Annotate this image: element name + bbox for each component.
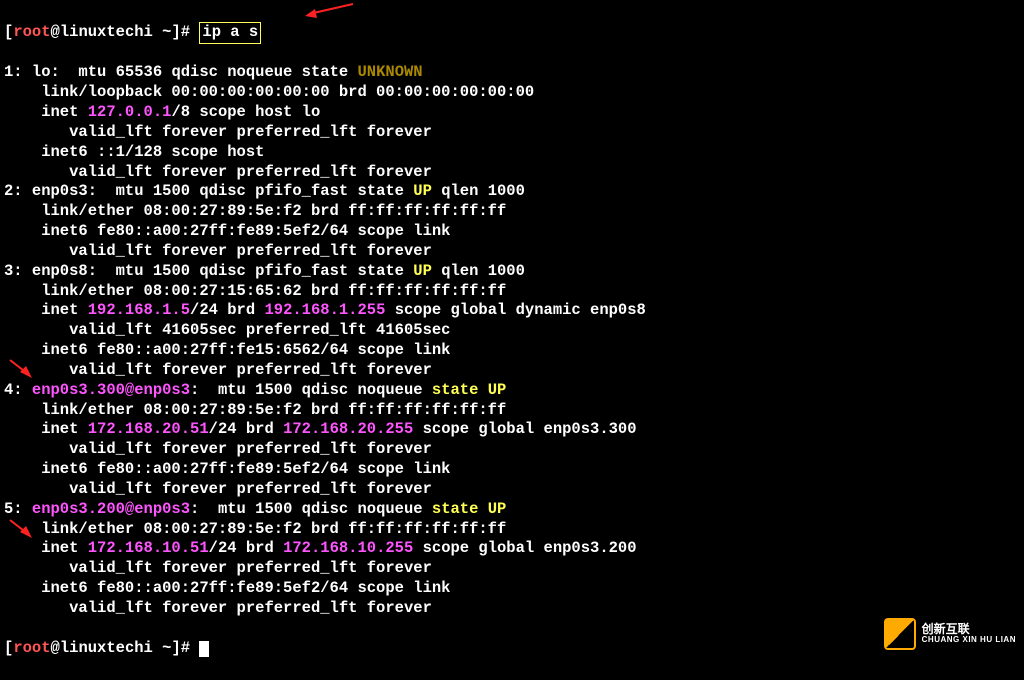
prompt-line[interactable]: [root@linuxtechi ~]# ip a s: [4, 22, 1020, 44]
terminal-output: [root@linuxtechi ~]# ip a s 1: lo: mtu 6…: [0, 0, 1024, 680]
prompt-host: linuxtechi: [60, 23, 153, 41]
watermark: 创新互联 CHUANG XIN HU LIAN: [884, 618, 1016, 650]
watermark-brand-py: CHUANG XIN HU LIAN: [922, 636, 1016, 645]
watermark-logo-icon: [884, 618, 916, 650]
cursor: [199, 641, 209, 657]
typed-command: ip a s: [199, 22, 261, 44]
prompt-user: root: [13, 23, 50, 41]
command-output: 1: lo: mtu 65536 qdisc noqueue state UNK…: [4, 63, 1020, 618]
prompt-line-end[interactable]: [root@linuxtechi ~]#: [4, 639, 1020, 659]
